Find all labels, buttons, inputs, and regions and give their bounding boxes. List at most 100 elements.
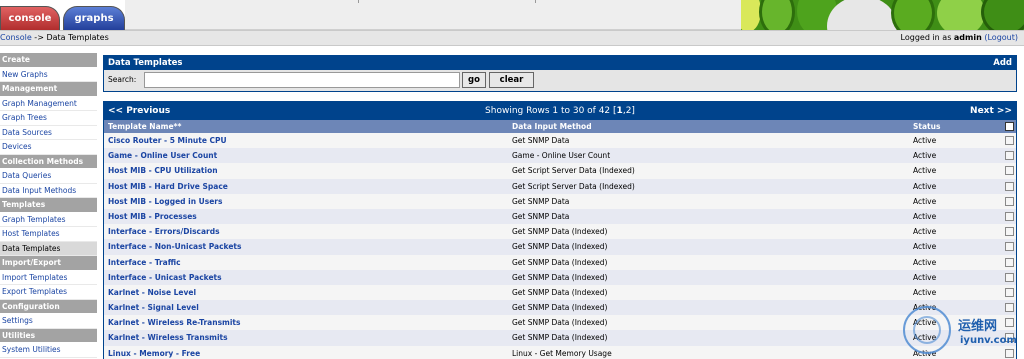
sidebar-item-graph-management[interactable]: Graph Management (0, 97, 97, 111)
table-row: Host MIB - Logged in Users Get SNMP Data… (104, 193, 1016, 209)
sidebar-item-data-input-methods[interactable]: Data Input Methods (0, 184, 97, 198)
template-name-link[interactable]: Karlnet - Noise Level (108, 285, 196, 300)
template-name-link[interactable]: Karlnet - Wireless Transmits (108, 330, 228, 345)
table-header-row: Template Name** Data Input Method Status (104, 120, 1016, 133)
template-name-link[interactable]: Interface - Errors/Discards (108, 224, 220, 239)
watermark-text-url: iyunv.com (960, 335, 1017, 346)
filter-form: Search: go clear (104, 70, 1016, 91)
row-checkbox[interactable] (1005, 287, 1014, 297)
row-checkbox[interactable] (1005, 166, 1014, 176)
pager-bar: << Previous Showing Rows 1 to 30 of 42 [… (104, 102, 1016, 120)
table-row: Karlnet - Noise Level Get SNMP Data (Ind… (104, 284, 1016, 301)
panel-title: Data Templates (108, 58, 183, 68)
sidebar-item-data-sources[interactable]: Data Sources (0, 126, 97, 140)
status-cell: Active (913, 227, 937, 237)
row-checkbox[interactable] (1005, 257, 1014, 267)
template-name-link[interactable]: Karlnet - Wireless Re-Transmits (108, 315, 240, 330)
status-cell: Active (913, 166, 937, 176)
breadcrumb-separator: -> (31, 33, 47, 42)
search-input[interactable] (144, 72, 460, 88)
cactus-logo-image (741, 0, 1024, 30)
row-checkbox[interactable] (1005, 227, 1014, 237)
search-label: Search: (108, 75, 137, 84)
row-checkbox[interactable] (1005, 136, 1014, 145)
table-row: Interface - Non-Unicast Packets Get SNMP… (104, 239, 1016, 255)
template-name-link[interactable]: Interface - Unicast Packets (108, 270, 222, 285)
sidebar-item-import-templates[interactable]: Import Templates (0, 271, 97, 285)
sidebar-item-export-templates[interactable]: Export Templates (0, 285, 97, 300)
table-row: Karlnet - Wireless Transmits Get SNMP Da… (104, 330, 1016, 346)
row-checkbox[interactable] (1005, 151, 1014, 161)
template-name-link[interactable]: Host MIB - Processes (108, 209, 197, 224)
table-row: Host MIB - CPU Utilization Get Script Se… (104, 163, 1016, 179)
data-input-method-cell: Get SNMP Data (Indexed) (512, 227, 608, 237)
sidebar-header-utilities: Utilities (0, 328, 97, 343)
template-name-link[interactable]: Interface - Traffic (108, 255, 181, 270)
data-input-method-cell: Game - Online User Count (512, 151, 611, 161)
site-watermark: 运维网 iyunv.com (903, 300, 1024, 359)
tab-graphs[interactable]: graphs (63, 6, 125, 30)
data-input-method-cell: Get SNMP Data (Indexed) (512, 303, 608, 313)
row-checkbox[interactable] (1005, 242, 1014, 252)
column-header-status[interactable]: Status (913, 120, 940, 133)
status-cell: Active (913, 196, 937, 206)
template-name-link[interactable]: Host MIB - CPU Utilization (108, 163, 218, 178)
tab-console[interactable]: console (0, 6, 60, 30)
status-cell: Active (913, 257, 937, 267)
status-cell: Active (913, 151, 937, 161)
table-row: Interface - Unicast Packets Get SNMP Dat… (104, 269, 1016, 285)
table-row: Cisco Router - 5 Minute CPU Get SNMP Dat… (104, 133, 1016, 149)
login-prefix: Logged in as (900, 33, 954, 42)
login-status: Logged in as admin (Logout) (901, 33, 1018, 42)
sidebar-item-data-queries[interactable]: Data Queries (0, 169, 97, 184)
clear-button[interactable]: clear (489, 72, 534, 88)
sidebar-header-configuration: Configuration (0, 299, 97, 314)
breadcrumb-current: Data Templates (46, 33, 109, 42)
status-cell: Active (913, 211, 937, 221)
template-name-link[interactable]: Karlnet - Signal Level (108, 300, 199, 315)
template-name-link[interactable]: Host MIB - Hard Drive Space (108, 179, 228, 194)
breadcrumb-bar: Console -> Data Templates Logged in as a… (0, 30, 1024, 46)
row-checkbox[interactable] (1005, 196, 1014, 206)
add-button[interactable]: Add (993, 56, 1012, 70)
data-templates-table: << Previous Showing Rows 1 to 30 of 42 [… (103, 101, 1017, 359)
login-user: admin (953, 33, 982, 42)
next-page-link[interactable]: Next >> (970, 102, 1012, 120)
sidebar-menu: Create New Graphs Management Graph Manag… (0, 53, 97, 359)
watermark-text-cn: 运维网 (958, 319, 998, 334)
status-cell: Active (913, 287, 937, 297)
template-name-link[interactable]: Interface - Non-Unicast Packets (108, 239, 241, 254)
template-name-link[interactable]: Linux - Memory - Free (108, 346, 200, 359)
row-checkbox[interactable] (1005, 181, 1014, 191)
sidebar-item-system-utilities[interactable]: System Utilities (0, 343, 97, 358)
template-name-link[interactable]: Game - Online User Count (108, 148, 217, 163)
tab-bar-filler (125, 0, 741, 30)
sidebar-item-settings[interactable]: Settings (0, 314, 97, 329)
breadcrumb: Console -> Data Templates (0, 33, 109, 42)
template-name-link[interactable]: Cisco Router - 5 Minute CPU (108, 133, 227, 148)
data-input-method-cell: Get SNMP Data (Indexed) (512, 257, 608, 267)
column-header-template-name[interactable]: Template Name** (108, 120, 181, 133)
table-row: Karlnet - Signal Level Get SNMP Data (In… (104, 300, 1016, 316)
sidebar-item-graph-trees[interactable]: Graph Trees (0, 111, 97, 126)
data-input-method-cell: Get SNMP Data (512, 136, 570, 145)
sidebar-item-new-graphs[interactable]: New Graphs (0, 68, 97, 82)
sidebar-header-management: Management (0, 82, 97, 97)
sidebar-item-data-templates[interactable]: Data Templates (0, 241, 97, 256)
data-input-method-cell: Get Script Server Data (Indexed) (512, 181, 635, 191)
row-checkbox[interactable] (1005, 211, 1014, 221)
logout-link[interactable]: (Logout) (984, 33, 1018, 42)
sidebar-header-create: Create (0, 53, 97, 68)
select-all-checkbox[interactable] (1005, 122, 1014, 131)
breadcrumb-console-link[interactable]: Console (0, 33, 32, 42)
template-name-link[interactable]: Host MIB - Logged in Users (108, 194, 222, 209)
sidebar-item-graph-templates[interactable]: Graph Templates (0, 213, 97, 227)
data-input-method-cell: Get SNMP Data (Indexed) (512, 242, 608, 252)
sidebar-item-host-templates[interactable]: Host Templates (0, 227, 97, 242)
status-cell: Active (913, 242, 937, 252)
row-checkbox[interactable] (1005, 272, 1014, 282)
sidebar-item-devices[interactable]: Devices (0, 140, 97, 155)
column-header-data-input-method[interactable]: Data Input Method (512, 120, 592, 133)
status-cell: Active (913, 136, 937, 145)
go-button[interactable]: go (462, 72, 486, 88)
